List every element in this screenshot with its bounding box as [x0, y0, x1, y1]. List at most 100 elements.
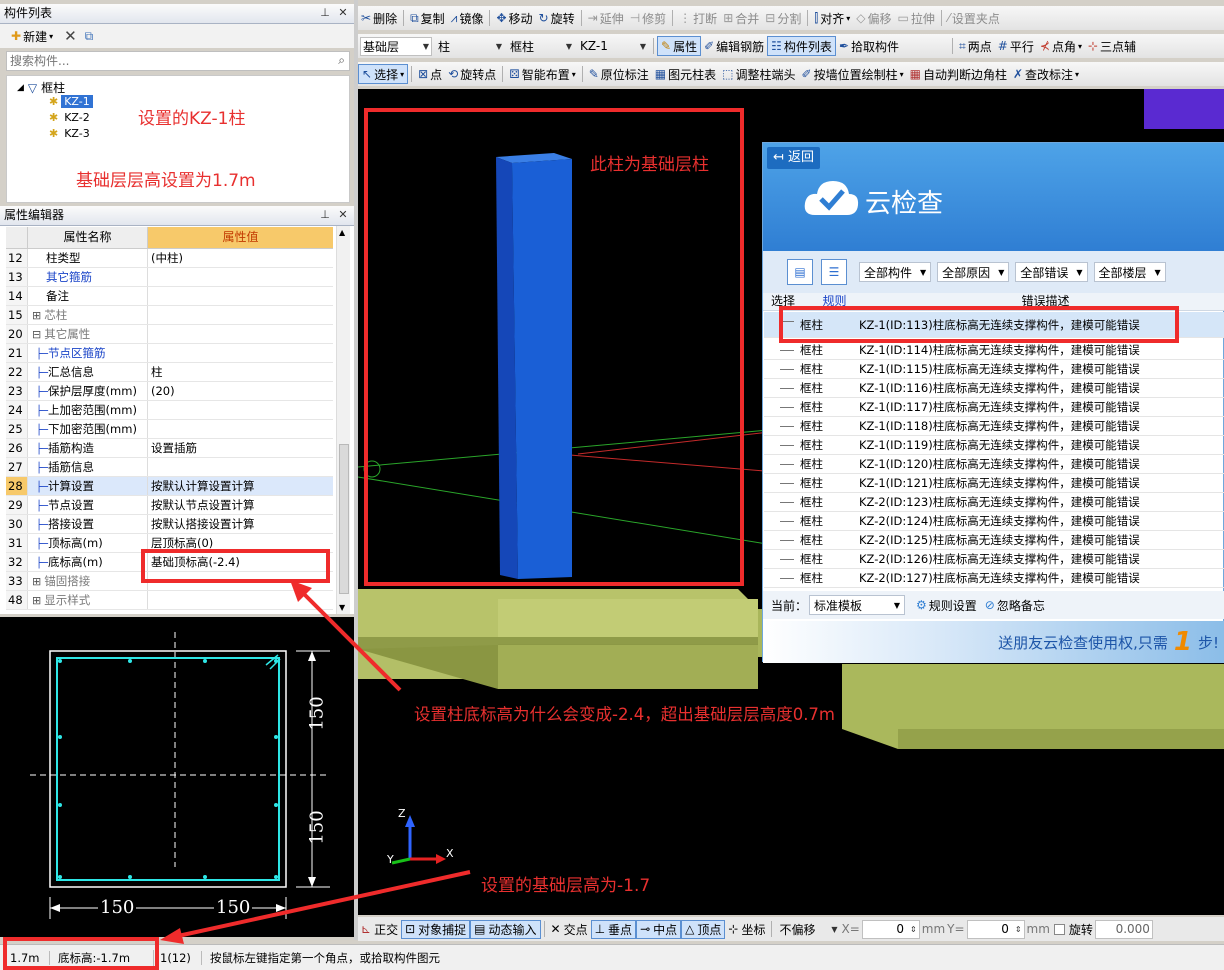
rotate-checkbox[interactable] [1053, 923, 1065, 935]
x-input[interactable]: 0 ⇕ [861, 919, 920, 939]
pick-comp-button[interactable]: ✒ 拾取构件 [836, 36, 902, 56]
prop-value[interactable]: 柱 [148, 363, 333, 381]
prop-value[interactable] [148, 325, 333, 343]
coordinate-toggle[interactable]: ⊹ 坐标 [725, 920, 768, 939]
search-icon[interactable]: ⌕ [338, 53, 345, 68]
expand-icon[interactable]: ⊟ [32, 328, 41, 341]
prop-value[interactable] [148, 268, 333, 286]
edit-rebar-button[interactable]: ✐ 编辑钢筋 [701, 36, 767, 56]
parallel-button[interactable]: # 平行 [995, 36, 1037, 56]
offset-select[interactable]: 不偏移 ▼ [777, 920, 839, 939]
filter-error[interactable]: 全部错误 ▼ [1015, 262, 1088, 282]
pin-icon[interactable]: ⊥ [318, 208, 332, 222]
mirror-button[interactable]: ⩘ 镜像 [448, 8, 487, 28]
tree-item-kz1[interactable]: ✱ KZ-1 [49, 95, 93, 108]
stretch-button[interactable]: ▭ 拉伸 [894, 8, 937, 28]
tree-item-kz2[interactable]: ✱ KZ-2 [49, 111, 93, 124]
perpendicular-toggle[interactable]: ⊥ 垂点 [590, 919, 637, 939]
prop-row[interactable]: 15 ⊞ 芯柱 [6, 306, 333, 325]
prop-value[interactable] [148, 458, 333, 476]
rule-settings-link[interactable]: ⚙ 规则设置 [913, 595, 980, 615]
row-select[interactable] [780, 455, 794, 465]
row-select[interactable] [780, 474, 794, 484]
comp-type-select[interactable]: 框柱 ▼ [508, 37, 574, 56]
cloud-promo-bar[interactable]: 送朋友云检查使用权,只需 1 步! [763, 621, 1224, 663]
prop-value[interactable]: (20) [148, 382, 333, 400]
layer-select[interactable]: 基础层 ▼ [360, 36, 432, 56]
row-select[interactable] [780, 550, 794, 560]
copy-button[interactable]: ⧉ 复制 [407, 8, 448, 28]
view-tab-2[interactable]: ☰ [821, 259, 847, 285]
break-button[interactable]: ⋮ 打断 [676, 8, 720, 28]
row-select[interactable] [780, 417, 794, 427]
pin-icon[interactable]: ⊥ [318, 6, 332, 20]
column-table-button[interactable]: ▦ 图元柱表 [652, 64, 719, 84]
close-icon[interactable]: ✕ [336, 6, 350, 20]
filter-reason[interactable]: 全部原因 ▼ [937, 262, 1010, 282]
prop-row[interactable]: 12 柱类型 (中柱) [6, 249, 333, 268]
scroll-thumb[interactable] [339, 444, 349, 594]
row-select[interactable] [780, 493, 794, 503]
properties-button[interactable]: ✎ 属性 [657, 36, 702, 56]
prop-value[interactable]: (中柱) [148, 249, 333, 267]
row-select[interactable] [780, 512, 794, 522]
back-button[interactable]: ↤ 返回 [767, 147, 821, 169]
filter-floor[interactable]: 全部楼层 ▼ [1093, 262, 1166, 282]
tree-item-kz3[interactable]: ✱ KZ-3 [49, 127, 93, 140]
prop-value[interactable] [148, 591, 333, 609]
prop-value[interactable]: 按默认搭接设置计算 [148, 515, 333, 533]
ortho-toggle[interactable]: ⊾ 正交 [358, 920, 401, 939]
expand-icon[interactable]: ⊞ [32, 575, 41, 588]
error-row[interactable]: 框柱 KZ-1(ID:121)柱底标高无连续支撑构件，建模可能错误 [764, 474, 1224, 493]
view-tab-1[interactable]: ▤ [787, 259, 813, 285]
filter-component[interactable]: 全部构件 ▼ [859, 262, 932, 282]
tree-root[interactable]: ◢ ▽ 框柱 [17, 79, 65, 96]
snap-toggle[interactable]: ⊡ 对象捕捉 [401, 919, 471, 939]
prop-value[interactable] [148, 401, 333, 419]
error-row[interactable]: 框柱 KZ-1(ID:120)柱底标高无连续支撑构件，建模可能错误 [764, 455, 1224, 474]
split-button[interactable]: ⊟ 分割 [762, 8, 804, 28]
prop-value[interactable]: 设置插筋 [148, 439, 333, 457]
inplace-label-button[interactable]: ✎ 原位标注 [586, 64, 652, 84]
two-point-button[interactable]: ⌗ 两点 [956, 36, 995, 56]
midpoint-toggle[interactable]: ⊸ 中点 [636, 919, 682, 939]
offset-button[interactable]: ◇ 偏移 [853, 8, 894, 28]
error-row[interactable]: 框柱 KZ-2(ID:127)柱底标高无连续支撑构件，建模可能错误 [764, 569, 1224, 588]
ignore-memo-link[interactable]: ⊘ 忽略备忘 [982, 595, 1048, 615]
row-select[interactable] [780, 379, 794, 389]
prop-row[interactable]: 21 ├─节点区箍筋 [6, 344, 333, 363]
error-row[interactable]: 框柱 KZ-2(ID:124)柱底标高无连续支撑构件，建模可能错误 [764, 512, 1224, 531]
prop-value[interactable] [148, 306, 333, 324]
rotate-input[interactable]: 0.000 [1094, 919, 1153, 939]
template-select[interactable]: 标准模板 ▼ [809, 595, 906, 615]
auto-corner-button[interactable]: ▦ 自动判断边角柱 [907, 64, 1010, 84]
comp-list-button[interactable]: ☷ 构件列表 [767, 36, 836, 56]
prop-row[interactable]: 27 ├─插筋信息 [6, 458, 333, 477]
prop-row[interactable]: 30 ├─搭接设置 按默认搭接设置计算 [6, 515, 333, 534]
prop-row[interactable]: 22 ├─汇总信息柱 [6, 363, 333, 382]
prop-row[interactable]: 28 ├─计算设置 按默认计算设置计算 [6, 477, 333, 496]
error-row[interactable]: 框柱 KZ-2(ID:125)柱底标高无连续支撑构件，建模可能错误 [764, 531, 1224, 550]
row-select[interactable] [780, 531, 794, 541]
type-select[interactable]: 柱 ▼ [436, 37, 504, 56]
prop-row[interactable]: 14 备注 [6, 287, 333, 306]
row-select[interactable] [780, 569, 794, 579]
smart-layout-button[interactable]: ⚄ 智能布置 ▾ [506, 64, 578, 84]
move-button[interactable]: ✥ 移动 [493, 8, 535, 28]
point-button[interactable]: ⊠ 点 [415, 64, 445, 84]
new-button[interactable]: ✚ 新建 ▾ [8, 26, 56, 46]
delete-button[interactable]: ✂ 删除 [358, 8, 400, 28]
prop-row[interactable]: 26 ├─插筋构造 设置插筋 [6, 439, 333, 458]
delete-icon[interactable]: ✕ [64, 29, 77, 44]
prop-value[interactable] [148, 287, 333, 305]
prop-value[interactable]: 按默认节点设置计算 [148, 496, 333, 514]
copy-icon[interactable]: ⧉ [85, 30, 94, 42]
error-row[interactable]: 框柱 KZ-1(ID:116)柱底标高无连续支撑构件，建模可能错误 [764, 379, 1224, 398]
prop-row[interactable]: 48 ⊞ 显示样式 [6, 591, 333, 610]
extend-button[interactable]: ⇥ 延伸 [585, 8, 627, 28]
error-row[interactable]: 框柱 KZ-1(ID:115)柱底标高无连续支撑构件，建模可能错误 [764, 360, 1224, 379]
error-row[interactable]: 框柱 KZ-2(ID:126)柱底标高无连续支撑构件，建模可能错误 [764, 550, 1224, 569]
draw-by-wall-button[interactable]: ✐ 按墙位置绘制柱 ▾ [799, 64, 907, 84]
prop-row[interactable]: 29 ├─节点设置 按默认节点设置计算 [6, 496, 333, 515]
prop-value[interactable]: 按默认计算设置计算 [148, 477, 333, 495]
